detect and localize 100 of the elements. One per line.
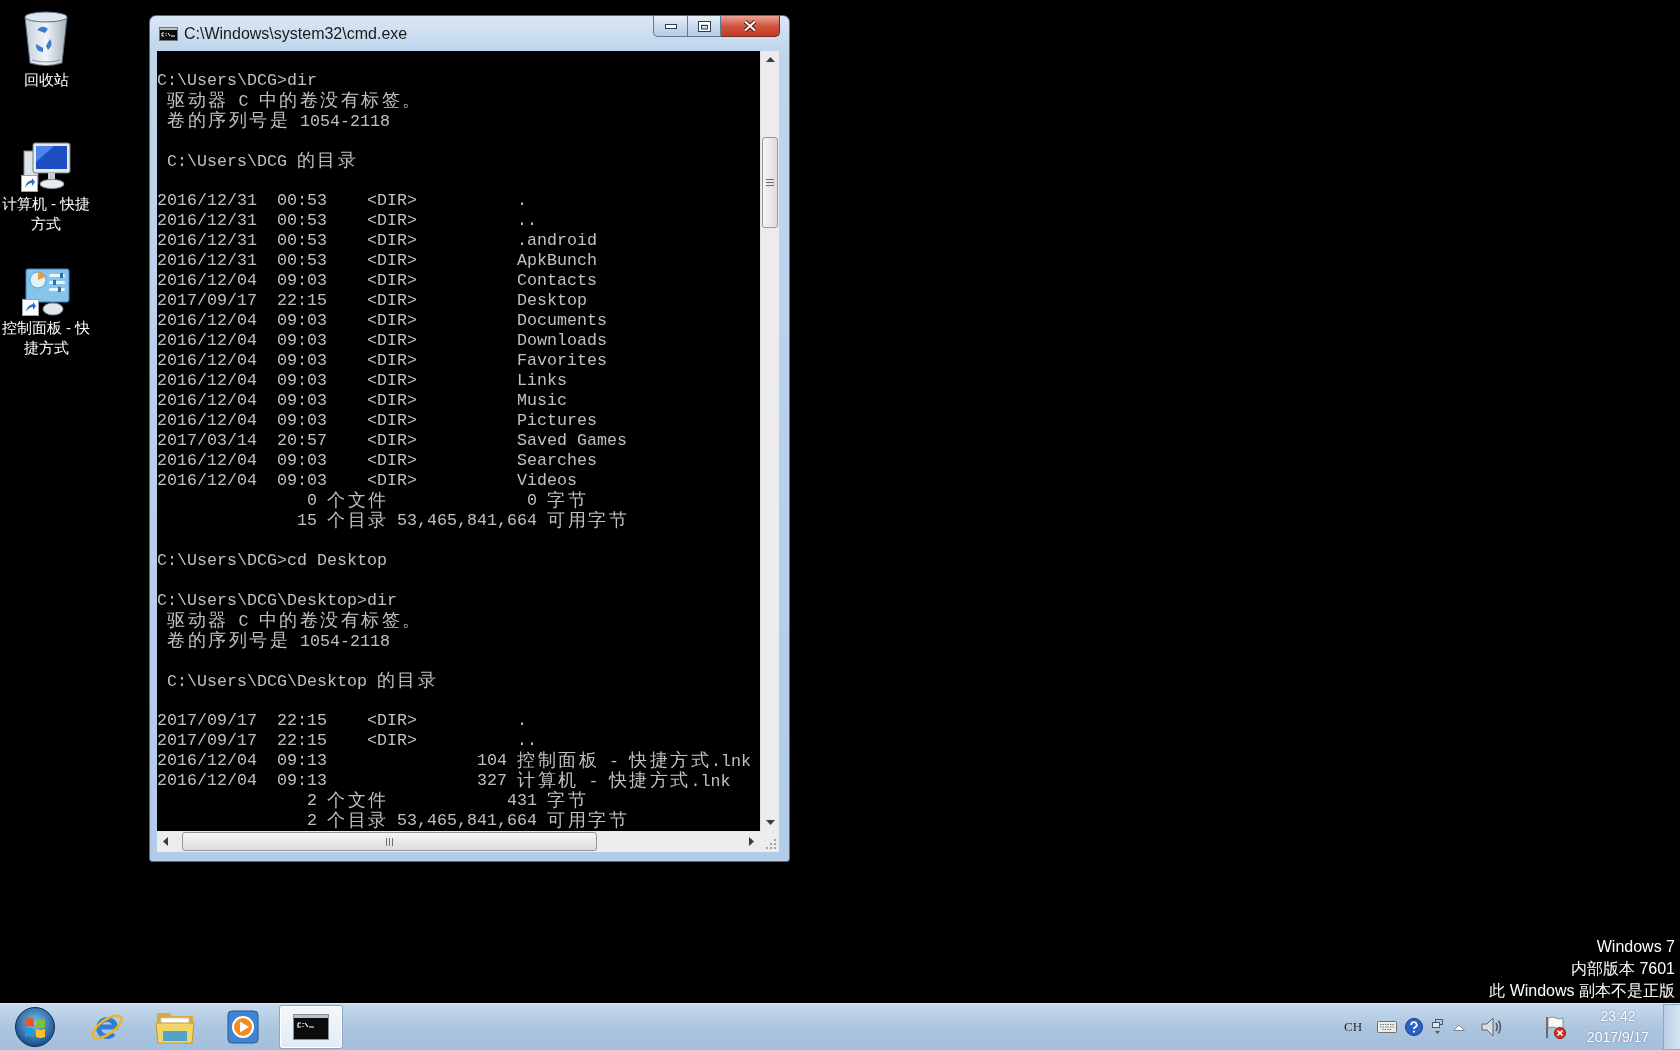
unit-text: 字节 xyxy=(547,491,588,512)
time-text: 20:57 xyxy=(277,431,327,451)
date-text: 2017/03/14 xyxy=(157,431,257,451)
time-text: 09:03 xyxy=(277,351,327,371)
size-text: 53,465,841,664 xyxy=(397,511,537,531)
date-text: 2016/12/04 xyxy=(157,751,257,771)
file-name: .. xyxy=(517,731,537,751)
file-name: Searches xyxy=(517,451,597,471)
type-text: <DIR> xyxy=(367,391,417,411)
console-text: C:\Users\DCG 的目录 xyxy=(167,151,359,172)
console-text: C:\Users\DCG\Desktop 的目录 xyxy=(167,671,439,692)
vertical-scrollbar[interactable] xyxy=(760,51,779,831)
file-name: . xyxy=(517,191,527,211)
language-indicator[interactable]: CH xyxy=(1341,1015,1365,1039)
caret-up-icon xyxy=(1453,1023,1465,1031)
console-text: 卷的序列号是 1054-2118 xyxy=(167,111,390,132)
file-name: ApkBunch xyxy=(517,251,597,271)
type-text: <DIR> xyxy=(367,291,417,311)
date-text: 2016/12/04 xyxy=(157,331,257,351)
file-name: Pictures xyxy=(517,411,597,431)
time-text: 09:03 xyxy=(277,451,327,471)
grip-lines-icon xyxy=(386,837,393,846)
type-text: <DIR> xyxy=(367,251,417,271)
maximize-button[interactable] xyxy=(687,16,721,37)
console-text: 驱动器 C 中的卷没有标签。 xyxy=(167,611,423,631)
desktop-shortcut[interactable]: 控制面板 - 快捷方式 xyxy=(0,256,92,358)
notice-text: 内部版本 7601 xyxy=(1570,959,1675,979)
file-name: Links xyxy=(517,371,567,391)
date-text: 2016/12/04 xyxy=(157,371,257,391)
count-text: 0 xyxy=(307,491,317,511)
file-name: Saved Games xyxy=(517,431,627,451)
date-text: 2016/12/31 xyxy=(157,251,257,271)
caret-right-icon xyxy=(749,837,754,846)
minimize-button[interactable] xyxy=(653,16,687,37)
orb-flag-icon xyxy=(15,1007,55,1047)
time-text: 09:13 xyxy=(277,751,327,771)
date-text: 2016/12/04 xyxy=(157,451,257,471)
type-text: <DIR> xyxy=(367,191,417,211)
count-text: 2 xyxy=(307,791,317,811)
type-text: <DIR> xyxy=(367,431,417,451)
date-text: 2017/09/17 xyxy=(157,291,257,311)
date-text: 2016/12/04 xyxy=(157,771,257,791)
file-name: Downloads xyxy=(517,331,607,351)
maximize-icon xyxy=(697,20,711,32)
time-text: 09:03 xyxy=(277,471,327,491)
size-text: 327 xyxy=(477,771,507,791)
type-text: <DIR> xyxy=(367,471,417,491)
type-text: <DIR> xyxy=(367,211,417,231)
trash-bin-icon xyxy=(22,10,70,68)
count-text: 2 xyxy=(307,811,317,831)
type-text: <DIR> xyxy=(367,371,417,391)
speaker-icon xyxy=(1481,1016,1503,1038)
play-icon xyxy=(227,1010,259,1044)
time-text: 09:03 xyxy=(277,391,327,411)
console-text: 卷的序列号是 1054-2118 xyxy=(167,631,390,652)
file-name: Videos xyxy=(517,471,577,491)
close-button[interactable] xyxy=(721,16,780,37)
restore-icon xyxy=(1431,1019,1443,1035)
horizontal-scrollbar[interactable] xyxy=(157,831,760,852)
time-text: 00:53 xyxy=(277,251,327,271)
size-text: 53,465,841,664 xyxy=(397,811,537,831)
date-text: 2016/12/04 xyxy=(157,471,257,491)
size-text: 104 xyxy=(477,751,507,771)
date-text: 2016/12/04 xyxy=(157,351,257,371)
caret-up-icon xyxy=(765,57,775,62)
time-text: 09:13 xyxy=(277,771,327,791)
date-text: 2016/12/04 xyxy=(157,391,257,411)
size-text: 0 xyxy=(527,491,537,511)
time-text: 22:15 xyxy=(277,291,327,311)
type-text: <DIR> xyxy=(367,311,417,331)
date-text: 2016/12/04 xyxy=(157,271,257,291)
close-icon xyxy=(743,20,757,32)
type-text: <DIR> xyxy=(367,231,417,251)
time-text: 09:03 xyxy=(277,371,327,391)
desktop-shortcut[interactable]: 回收站 xyxy=(0,8,92,90)
grip-lines-icon xyxy=(766,179,774,186)
count-label: 个目录 xyxy=(327,511,389,532)
count-text: 15 xyxy=(297,511,317,531)
minimize-icon xyxy=(664,23,677,29)
date-text: 2016/12/04 xyxy=(157,411,257,431)
command-text: C:\Users\DCG>dir xyxy=(157,71,317,91)
file-name: . xyxy=(517,711,527,731)
desktop-shortcut[interactable]: 计算机 - 快捷方式 xyxy=(0,132,92,234)
resize-grip-icon[interactable] xyxy=(765,838,776,849)
terminal-icon xyxy=(293,1014,329,1040)
file-name: Contacts xyxy=(517,271,597,291)
terminal-icon xyxy=(159,26,178,41)
caret-left-icon xyxy=(163,837,168,846)
help-icon xyxy=(1405,1018,1423,1036)
time-text: 09:03 xyxy=(277,331,327,351)
scrollbar-thumb[interactable] xyxy=(182,832,597,851)
scrollbar-thumb[interactable] xyxy=(762,137,778,228)
file-name: 计算机 - 快捷方式.lnk xyxy=(517,771,731,791)
command-text: C:\Users\DCG\Desktop>dir xyxy=(157,591,397,611)
taskbar-button[interactable] xyxy=(279,1005,343,1049)
date-text: 2016/12/31 xyxy=(157,231,257,251)
file-name: .android xyxy=(517,231,597,251)
date-text: 2016/12/31 xyxy=(157,211,257,231)
computer-monitor-icon xyxy=(21,142,71,192)
count-label: 个文件 xyxy=(327,491,389,511)
